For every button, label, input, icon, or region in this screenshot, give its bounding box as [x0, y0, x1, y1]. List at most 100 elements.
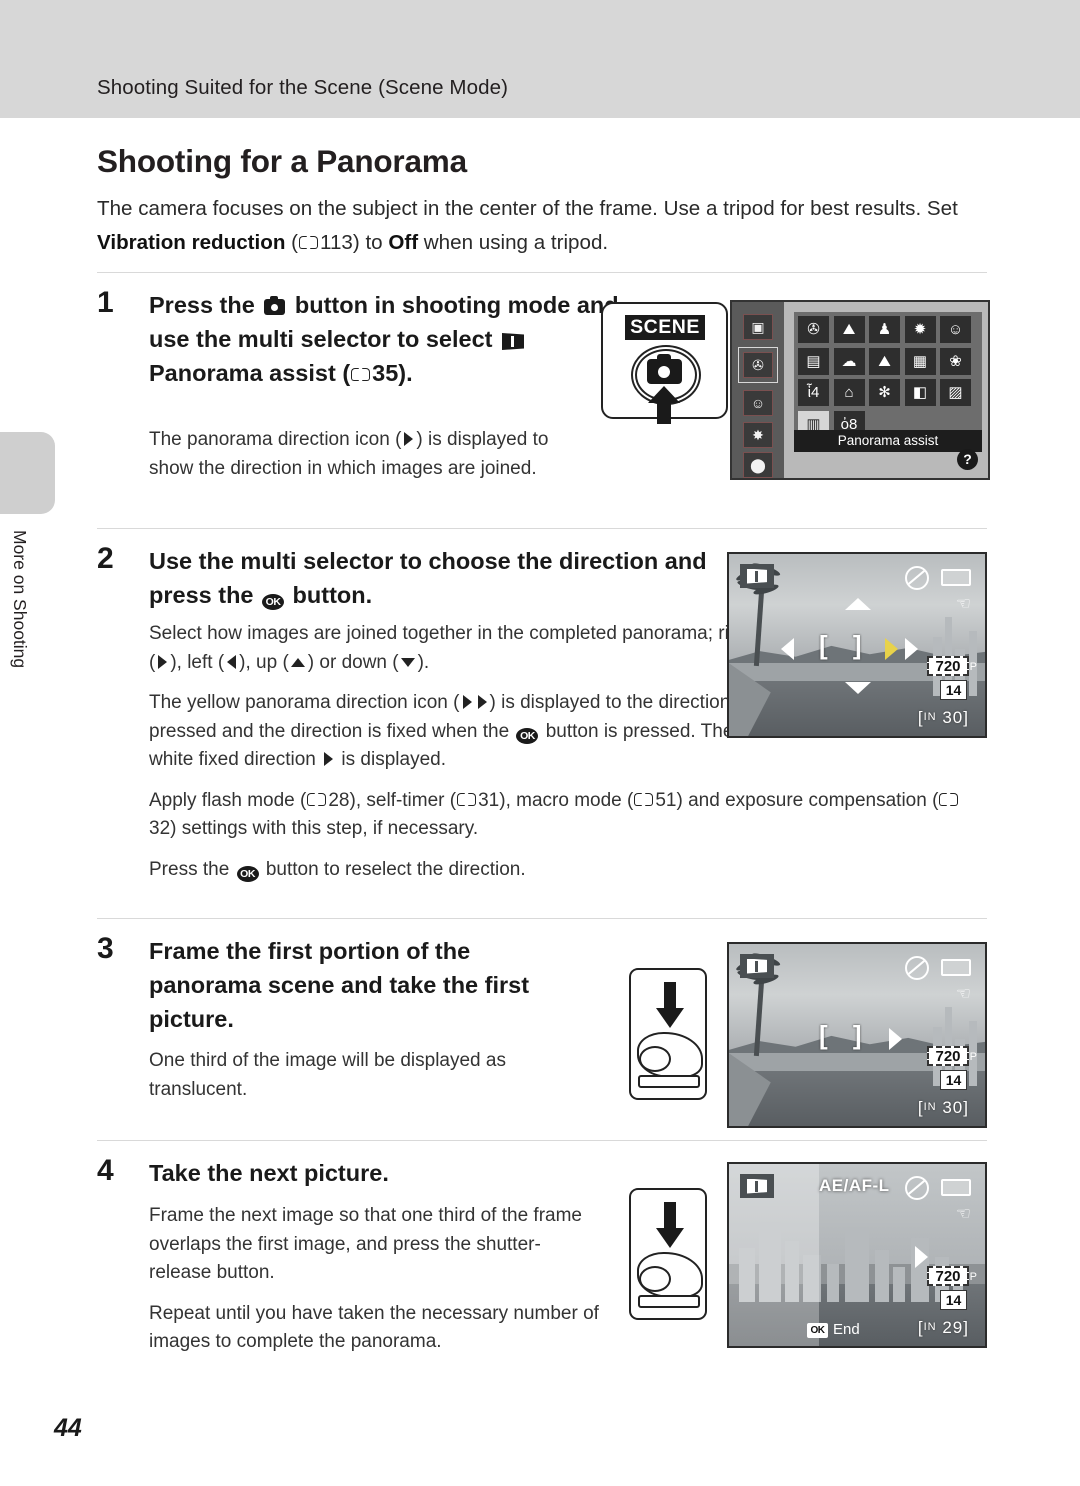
image-size-value: 14 — [945, 682, 962, 698]
scene-night-portrait-icon[interactable]: ♟ — [869, 316, 900, 343]
divider-step2 — [97, 528, 987, 529]
image-size-value: 14 — [945, 1292, 962, 1308]
shutter-press-illustration-step-4 — [629, 1188, 707, 1320]
step-4: 4 Take the next picture. Frame the next … — [97, 1154, 987, 1394]
scene-museum-icon[interactable]: ⌂ — [833, 379, 865, 406]
movie-size-badge: 720 — [927, 1046, 969, 1066]
ok-end-control[interactable]: OK End — [807, 1321, 860, 1338]
lcd-panorama-mode-badge — [740, 564, 774, 588]
battery-icon — [941, 959, 971, 976]
scene-copy-icon[interactable]: ◧ — [904, 379, 936, 406]
ok-button-icon: OK — [516, 727, 539, 744]
rail-item-special-effects[interactable]: ✸ — [743, 422, 773, 448]
shots-remaining-value: 29 — [942, 1318, 964, 1337]
s2-p2-d: is displayed. — [336, 749, 446, 770]
movie-size-suffix: P — [969, 661, 977, 673]
scene-grid-row: ἷ4 ⌂ ✻ ◧ ▨ — [798, 379, 978, 406]
scene-beach-icon[interactable]: ☁ — [833, 347, 865, 375]
s2-p2-a: The yellow panorama direction icon ( — [149, 692, 460, 713]
help-icon[interactable]: ? — [957, 449, 978, 470]
ok-button-icon: OK — [236, 865, 259, 882]
direction-left-icon[interactable] — [781, 638, 794, 660]
intro-text-d: ) to — [352, 231, 389, 254]
s2-p1-c: ), up ( — [239, 651, 289, 673]
intro-off-term: Off — [388, 231, 419, 254]
scene-backlight-icon[interactable]: ☺ — [940, 316, 971, 343]
scene-snow-icon[interactable]: ⛰ — [869, 347, 900, 375]
lcd-screenshot-step-3: ☜ [ ] 720 P 14 [IN 30] — [727, 942, 987, 1128]
rail-item-smart-portrait[interactable]: ☺ — [743, 390, 773, 416]
s2-p3-b: ), self-timer ( — [349, 789, 457, 811]
direction-down-icon[interactable] — [845, 682, 871, 694]
step-2-head-b: button. — [286, 582, 373, 608]
direction-up-icon[interactable] — [845, 598, 871, 610]
s2-p4-a: Press the — [149, 858, 235, 880]
intro-text-f: when using a tripod. — [418, 231, 609, 254]
shooting-mode-camera-icon — [647, 354, 682, 384]
shutter-release-button — [638, 1075, 700, 1088]
book-reference-icon — [634, 792, 654, 807]
memory-indicator: IN — [923, 711, 937, 723]
scene-night-landscape-icon[interactable]: ▨ — [940, 379, 971, 406]
scene-food-icon[interactable]: ἷ4 — [798, 379, 829, 406]
direction-right-fixed-icon — [915, 1246, 928, 1268]
rail-item-scene-mode[interactable]: ✇ — [738, 347, 778, 383]
rail-item-shooting-mode[interactable]: ⬤ — [743, 452, 773, 478]
scene-grid-row: ▤ ☁ ⛰ ▦ ❀ — [798, 347, 978, 375]
direction-right-fixed-icon — [889, 1028, 902, 1050]
step-1-page-ref: 35 — [372, 360, 399, 386]
s2-p3-ref4: 32 — [149, 818, 171, 839]
mode-dial-scene-label: SCENE — [625, 315, 705, 340]
image-size-badge: 14 — [940, 1070, 967, 1090]
page-title: Shooting for a Panorama — [97, 143, 467, 179]
scene-landscape-icon[interactable]: ⛰ — [833, 316, 865, 343]
scene-close-up-icon[interactable]: ❀ — [940, 347, 971, 375]
step-2-body: Select how images are joined together in… — [149, 620, 959, 896]
step-1-head-a: Press the — [149, 292, 262, 318]
direction-left-icon — [225, 654, 238, 671]
book-reference-icon — [351, 368, 371, 382]
s2-p3-e: ) settings with this step, if necessary. — [170, 818, 479, 839]
battery-icon — [941, 1179, 971, 1196]
direction-right-selected-icon[interactable] — [885, 638, 898, 660]
scene-portrait-icon[interactable]: ▤ — [798, 347, 829, 375]
press-down-arrow-icon — [656, 1202, 684, 1250]
rail-item-auto-mode[interactable]: ▣ — [743, 314, 773, 340]
step-2-number: 2 — [97, 542, 114, 575]
shots-remaining: [IN 29] — [917, 1318, 969, 1337]
flash-off-icon — [905, 1176, 929, 1200]
intro-paragraph: The camera focuses on the subject in the… — [97, 192, 987, 260]
ok-button-icon: OK — [807, 1323, 828, 1338]
direction-right-icon — [322, 751, 335, 768]
scene-sunset-icon[interactable]: ▦ — [904, 347, 936, 375]
divider-step3 — [97, 918, 987, 919]
camera-button-icon — [264, 296, 286, 315]
step-3: 3 Frame the first portion of the panoram… — [97, 932, 987, 1152]
page-number: 44 — [54, 1414, 82, 1442]
step-3-body: One third of the image will be displayed… — [149, 1047, 589, 1116]
intro-page-ref: 113 — [320, 231, 353, 254]
s2-p4-b: button to reselect the direction. — [260, 858, 526, 880]
s2-p3-c: ), macro mode ( — [499, 789, 634, 811]
movie-size-badge: 720 — [927, 656, 969, 676]
image-size-badge: 14 — [940, 680, 967, 700]
scene-fireworks-icon[interactable]: ✻ — [869, 379, 900, 406]
movie-size-suffix: P — [969, 1271, 977, 1283]
book-reference-icon — [299, 236, 319, 250]
panorama-assist-icon — [747, 569, 767, 584]
direction-right-icon[interactable] — [905, 638, 918, 660]
divider-step1 — [97, 272, 987, 273]
s2-p3-a: Apply flash mode ( — [149, 789, 307, 811]
shots-remaining-value: 30 — [942, 708, 964, 727]
s2-p1-d: ) or down ( — [307, 651, 399, 673]
press-up-arrow-icon — [648, 386, 680, 424]
step-1-heading: Press the button in shooting mode and us… — [149, 288, 619, 390]
step-2-head-a: Use the multi selector to choose the dir… — [149, 548, 707, 608]
scene-sports-icon[interactable]: ✇ — [798, 316, 829, 343]
step-2-heading: Use the multi selector to choose the dir… — [149, 544, 749, 612]
vibration-reduction-icon: ☜ — [955, 1204, 971, 1223]
step-2-paragraph-4: Press the OK button to reselect the dire… — [149, 856, 759, 885]
scene-party-icon[interactable]: ✹ — [904, 316, 936, 343]
step-1-number: 1 — [97, 286, 114, 319]
memory-indicator: IN — [923, 1321, 937, 1333]
